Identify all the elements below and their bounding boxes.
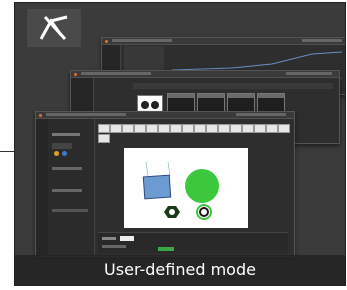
image-canvas (124, 148, 248, 228)
node-card (227, 93, 255, 113)
px-logo-icon (27, 9, 81, 47)
node-card (257, 93, 285, 113)
bottom-panel (98, 232, 288, 253)
node-card (197, 93, 225, 113)
thumbnail-toolbar (98, 124, 290, 133)
node-card (167, 93, 195, 113)
front-window (35, 111, 295, 257)
mode-card[interactable]: User-defined mode (14, 2, 346, 286)
mode-caption: User-defined mode (104, 260, 256, 279)
